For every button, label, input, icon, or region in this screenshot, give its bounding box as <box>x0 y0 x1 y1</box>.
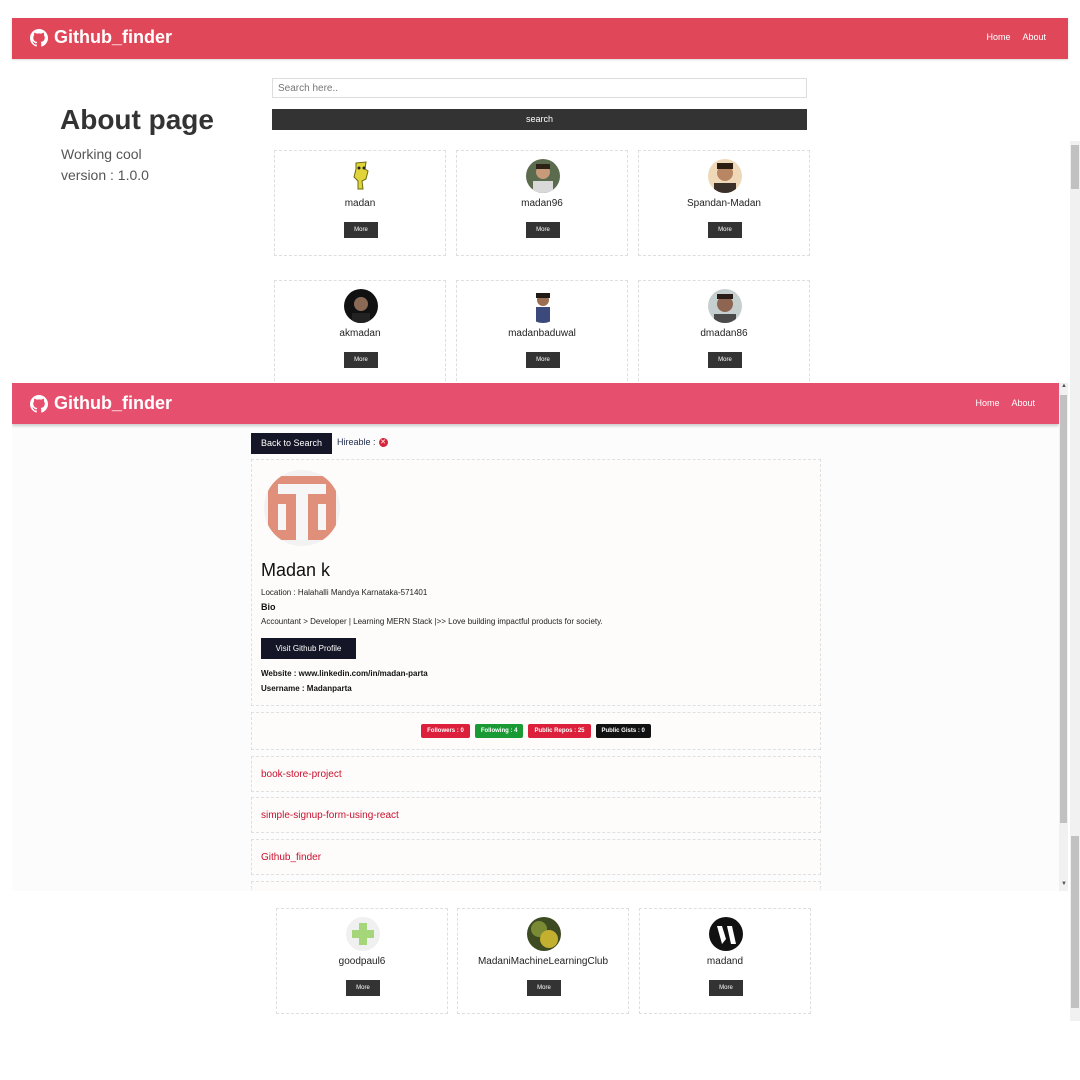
repo-item: book-store-project <box>251 756 821 792</box>
brand[interactable]: Github_finder <box>30 393 172 414</box>
brand-title: Github_finder <box>54 27 172 47</box>
repo-link[interactable]: Github_finder <box>261 852 321 863</box>
github-icon <box>30 394 48 413</box>
user-card: madanbaduwal More <box>456 280 628 386</box>
username: akmadan <box>339 328 381 339</box>
brand-title: Github_finder <box>54 393 172 413</box>
profile-website: Website : www.linkedin.com/in/madan-part… <box>261 669 428 678</box>
overlay-scrollbar[interactable]: ▲ ▼ <box>1059 383 1068 891</box>
more-button[interactable]: More <box>709 980 743 996</box>
repo-item: Github_finder <box>251 839 821 875</box>
scroll-up-arrow[interactable]: ▲ <box>1061 383 1067 389</box>
avatar <box>527 917 561 951</box>
more-button[interactable]: More <box>527 980 561 996</box>
username: goodpaul6 <box>338 956 386 967</box>
user-detail-window: Github_finder Home About Back to Search … <box>12 383 1059 891</box>
profile-avatar <box>264 470 340 546</box>
nav-about-link[interactable]: About <box>1022 32 1046 42</box>
hireable-status: Hireable : ✕ <box>337 437 388 447</box>
back-to-search-button[interactable]: Back to Search <box>251 433 332 454</box>
avatar <box>708 159 742 193</box>
brand[interactable]: Github_finder <box>30 27 172 48</box>
public-repos-badge: Public Repos : 25 <box>528 724 591 738</box>
scrollbar-thumb[interactable] <box>1071 836 1079 1008</box>
username: madan <box>344 198 376 209</box>
username: madan96 <box>521 198 563 209</box>
profile-name: Madan k <box>261 560 331 580</box>
navbar: Github_finder Home About <box>12 18 1068 59</box>
bio-text: Accountant > Developer | Learning MERN S… <box>261 617 603 626</box>
hireable-label: Hireable : <box>337 437 376 447</box>
more-button[interactable]: More <box>708 352 742 368</box>
avatar <box>344 159 378 193</box>
nav-home-link[interactable]: Home <box>975 398 999 408</box>
username: Spandan-Madan <box>687 198 761 209</box>
profile-location: Location : Halahalli Mandya Karnataka-57… <box>261 588 428 597</box>
visit-github-profile-button[interactable]: Visit Github Profile <box>261 638 356 659</box>
stats-card: Followers : 0 Following : 4 Public Repos… <box>251 712 821 750</box>
user-card: madand More <box>639 908 811 1014</box>
repo-link[interactable]: simple-signup-form-using-react <box>261 810 399 821</box>
about-version: version : 1.0.0 <box>61 167 149 183</box>
avatar <box>344 289 378 323</box>
avatar <box>526 159 560 193</box>
profile-username: Username : Madanparta <box>261 684 352 693</box>
nav-home-link[interactable]: Home <box>986 32 1010 42</box>
avatar <box>709 917 743 951</box>
scrollbar-thumb[interactable] <box>1060 395 1067 823</box>
more-button[interactable]: More <box>526 352 560 368</box>
repo-item: simple-signup-form-using-react <box>251 797 821 833</box>
search-button[interactable]: search <box>272 109 807 130</box>
x-circle-icon: ✕ <box>378 437 388 447</box>
user-card: MadaniMachineLearningClub More <box>457 908 629 1014</box>
page-scrollbar[interactable] <box>1070 141 1080 1021</box>
avatar <box>526 289 560 323</box>
more-button[interactable]: More <box>708 222 742 238</box>
public-gists-badge: Public Gists : 0 <box>595 724 651 738</box>
repo-item <box>251 881 821 891</box>
user-card: akmadan More <box>274 280 446 386</box>
navbar: Github_finder Home About <box>12 383 1059 424</box>
search-input[interactable] <box>272 78 807 98</box>
scroll-down-arrow[interactable]: ▼ <box>1061 881 1067 887</box>
more-button[interactable]: More <box>526 222 560 238</box>
username: madand <box>706 956 744 967</box>
scrollbar-thumb[interactable] <box>1071 145 1079 189</box>
more-button[interactable]: More <box>346 980 380 996</box>
user-card: goodpaul6 More <box>276 908 448 1014</box>
user-card: dmadan86 More <box>638 280 810 386</box>
user-card: madan96 More <box>456 150 628 256</box>
avatar <box>346 917 380 951</box>
avatar <box>708 289 742 323</box>
more-button[interactable]: More <box>344 222 378 238</box>
about-title: About page <box>60 104 214 135</box>
following-badge: Following : 4 <box>474 724 524 738</box>
github-icon <box>30 28 48 47</box>
username: dmadan86 <box>700 328 748 339</box>
more-button[interactable]: More <box>344 352 378 368</box>
repo-link[interactable]: book-store-project <box>261 769 342 780</box>
profile-card: Madan k Location : Halahalli Mandya Karn… <box>251 459 821 706</box>
user-card: madan More <box>274 150 446 256</box>
username: MadaniMachineLearningClub <box>477 956 609 967</box>
followers-badge: Followers : 0 <box>421 724 470 738</box>
username: madanbaduwal <box>508 328 576 339</box>
bio-heading: Bio <box>261 602 276 612</box>
nav-about-link[interactable]: About <box>1011 398 1035 408</box>
user-card: Spandan-Madan More <box>638 150 810 256</box>
about-description: Working cool <box>61 146 142 162</box>
